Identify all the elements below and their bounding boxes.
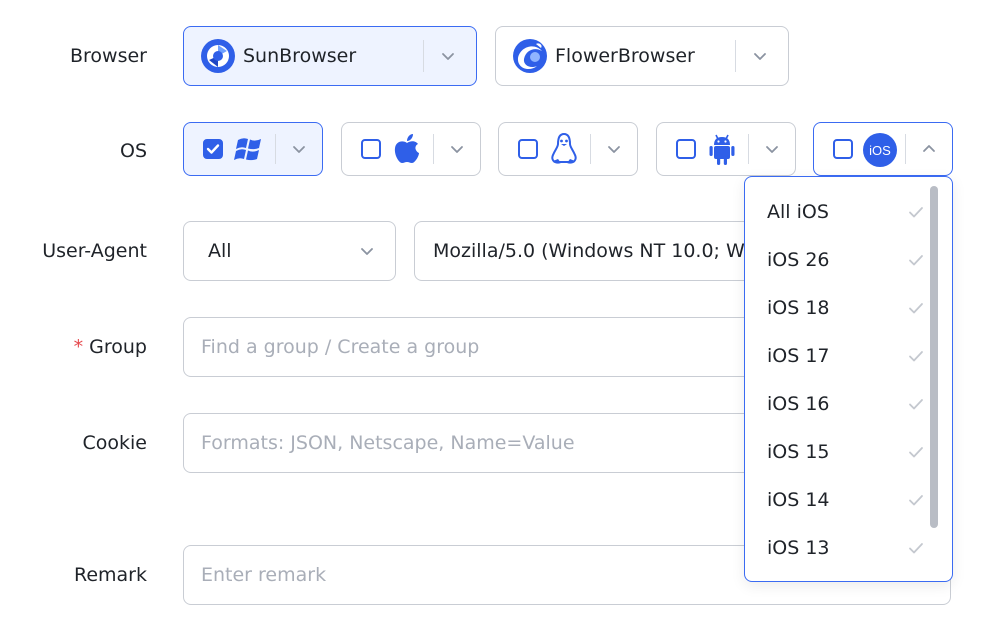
dropdown-item-label: iOS 15 xyxy=(767,441,830,463)
dropdown-scrollbar[interactable] xyxy=(930,186,938,528)
dropdown-item-ios-18[interactable]: iOS 18 xyxy=(745,284,931,332)
divider xyxy=(275,134,276,164)
divider xyxy=(433,134,434,164)
check-icon xyxy=(909,447,923,458)
chevron-down-icon[interactable] xyxy=(763,140,781,158)
dropdown-item-label: iOS 17 xyxy=(767,345,830,367)
flowerbrowser-logo-icon xyxy=(512,38,548,74)
divider xyxy=(590,134,591,164)
browser-name: FlowerBrowser xyxy=(555,45,695,67)
check-icon xyxy=(909,543,923,554)
dropdown-item-label: All iOS xyxy=(767,201,829,223)
group-label-text: Group xyxy=(89,336,147,358)
chevron-up-icon[interactable] xyxy=(920,140,938,158)
divider xyxy=(748,134,749,164)
user-agent-filter-value: All xyxy=(208,240,232,262)
dropdown-item-all-ios[interactable]: All iOS xyxy=(745,188,931,236)
dropdown-item-label: iOS 18 xyxy=(767,297,830,319)
check-icon xyxy=(909,351,923,362)
dropdown-item-label: iOS 13 xyxy=(767,537,830,559)
required-marker: * xyxy=(73,336,84,358)
dropdown-item-ios-17[interactable]: iOS 17 xyxy=(745,332,931,380)
divider xyxy=(735,40,736,72)
check-icon xyxy=(909,399,923,410)
check-icon xyxy=(909,303,923,314)
dropdown-item-ios-14[interactable]: iOS 14 xyxy=(745,476,931,524)
macos-checkbox[interactable] xyxy=(361,139,381,159)
linux-checkbox[interactable] xyxy=(518,139,538,159)
linux-icon xyxy=(551,132,577,164)
chevron-down-icon[interactable] xyxy=(290,140,308,158)
browser-name: SunBrowser xyxy=(243,45,357,67)
os-option-linux[interactable] xyxy=(498,122,638,176)
os-label: OS xyxy=(119,140,147,162)
os-option-ios[interactable]: iOS xyxy=(813,122,953,176)
sunbrowser-logo-icon xyxy=(200,38,236,74)
os-option-android[interactable] xyxy=(656,122,796,176)
divider xyxy=(423,40,424,72)
chevron-down-icon[interactable] xyxy=(751,47,769,65)
dropdown-item-label: iOS 16 xyxy=(767,393,830,415)
group-label: * Group xyxy=(74,335,147,359)
dropdown-item-label: iOS 14 xyxy=(767,489,830,511)
remark-placeholder: Enter remark xyxy=(201,564,327,586)
dropdown-item-ios-13[interactable]: iOS 13 xyxy=(745,524,931,572)
windows-icon xyxy=(234,138,261,161)
dropdown-item-ios-16[interactable]: iOS 16 xyxy=(745,380,931,428)
os-option-macos[interactable] xyxy=(341,122,481,176)
windows-checkbox[interactable] xyxy=(203,139,223,159)
chevron-down-icon[interactable] xyxy=(439,47,457,65)
ios-icon: iOS xyxy=(863,133,897,167)
group-placeholder: Find a group / Create a group xyxy=(201,336,480,358)
remark-label: Remark xyxy=(73,564,147,586)
android-checkbox[interactable] xyxy=(676,139,696,159)
ios-checkbox[interactable] xyxy=(833,139,853,159)
browser-option-flowerbrowser[interactable]: FlowerBrowser xyxy=(495,26,789,86)
cookie-label: Cookie xyxy=(82,432,148,454)
os-option-windows[interactable] xyxy=(183,122,323,176)
ios-version-dropdown[interactable]: All iOS iOS 26 iOS 18 iOS 17 iOS 16 iOS … xyxy=(744,176,953,582)
user-agent-filter-select[interactable]: All xyxy=(183,221,396,281)
dropdown-item-label: iOS 26 xyxy=(767,249,830,271)
chevron-down-icon[interactable] xyxy=(448,140,466,158)
apple-icon xyxy=(394,134,419,163)
user-agent-label: User-Agent xyxy=(42,240,147,262)
browser-option-sunbrowser[interactable]: SunBrowser xyxy=(183,26,477,86)
cookie-placeholder: Formats: JSON, Netscape, Name=Value xyxy=(201,432,575,454)
check-icon xyxy=(909,255,923,266)
check-icon xyxy=(909,495,923,506)
check-icon xyxy=(909,207,923,218)
divider xyxy=(905,134,906,164)
chevron-down-icon[interactable] xyxy=(605,140,623,158)
android-icon xyxy=(709,134,735,165)
dropdown-item-ios-26[interactable]: iOS 26 xyxy=(745,236,931,284)
chevron-down-icon xyxy=(361,248,373,255)
browser-label: Browser xyxy=(70,45,147,67)
dropdown-item-ios-15[interactable]: iOS 15 xyxy=(745,428,931,476)
